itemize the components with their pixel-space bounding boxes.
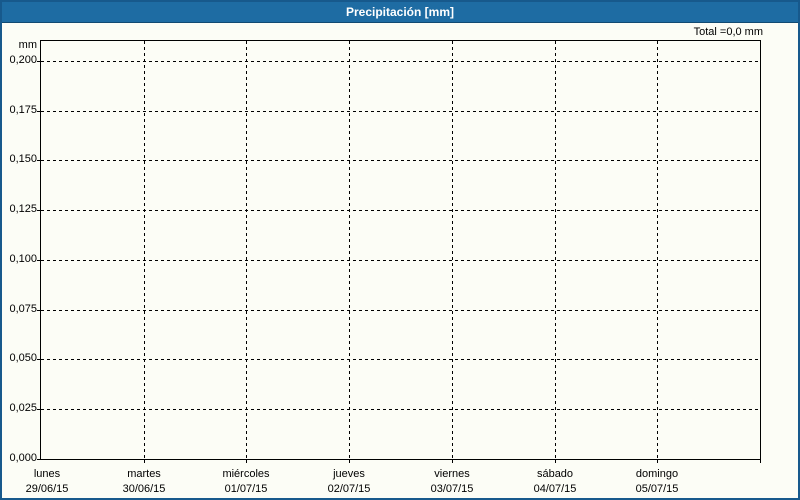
y-tick-mark [37,359,40,360]
y-tick-label: 0,100 [9,253,37,265]
chart-window: Precipitación [mm] Total =0,0 mm mm 0,00… [0,0,800,500]
x-day-label: lunes [33,468,61,480]
y-tick-mark [37,160,40,161]
x-date-label: 30/06/15 [122,483,166,495]
gridline-h [41,310,760,311]
gridline-h [41,111,760,112]
y-tick-label: 0,200 [9,54,37,66]
y-tick-label: 0,175 [9,104,37,116]
y-tick-label: 0,075 [9,303,37,315]
gridline-h [41,210,760,211]
x-day-label: miércoles [222,468,270,480]
y-tick-label: 0,125 [9,203,37,215]
y-tick-label: 0,000 [9,452,37,464]
x-date-label: 01/07/15 [224,483,268,495]
y-tick-mark [37,210,40,211]
x-tick-mark [144,460,145,463]
x-tick-mark [349,460,350,463]
x-day-label: martes [127,468,161,480]
gridline-v [246,41,247,459]
gridline-v [657,41,658,459]
gridline-v [555,41,556,459]
x-day-label: viernes [434,468,470,480]
x-date-label: 29/06/15 [25,483,69,495]
y-axis-unit-label: mm [18,39,37,51]
x-date-label: 02/07/15 [327,483,371,495]
y-tick-label: 0,150 [9,153,37,165]
total-precipitation-label: Total =0,0 mm [693,26,763,38]
y-tick-mark [37,310,40,311]
y-tick-label: 0,050 [9,352,37,364]
gridline-h [41,359,760,360]
chart-title-bar: Precipitación [mm] [2,2,798,23]
y-tick-mark [37,61,40,62]
y-tick-mark [37,459,40,460]
gridline-h [41,160,760,161]
x-tick-mark [452,460,453,463]
y-tick-mark [37,260,40,261]
x-day-label: domingo [635,468,679,480]
gridline-v [349,41,350,459]
x-tick-mark [657,460,658,463]
x-day-label: sábado [536,468,574,480]
x-tick-mark [555,460,556,463]
plot-area [40,40,761,460]
x-tick-mark [760,460,761,463]
x-tick-mark [246,460,247,463]
x-day-label: jueves [333,468,365,480]
gridline-v [144,41,145,459]
x-date-label: 04/07/15 [533,483,577,495]
gridline-h [41,260,760,261]
gridline-h [41,61,760,62]
y-tick-label: 0,025 [9,402,37,414]
x-date-label: 05/07/15 [635,483,679,495]
gridline-v [452,41,453,459]
chart-title: Precipitación [mm] [345,5,455,19]
gridline-h [41,409,760,410]
x-date-label: 03/07/15 [430,483,474,495]
y-tick-mark [37,111,40,112]
y-tick-mark [37,409,40,410]
